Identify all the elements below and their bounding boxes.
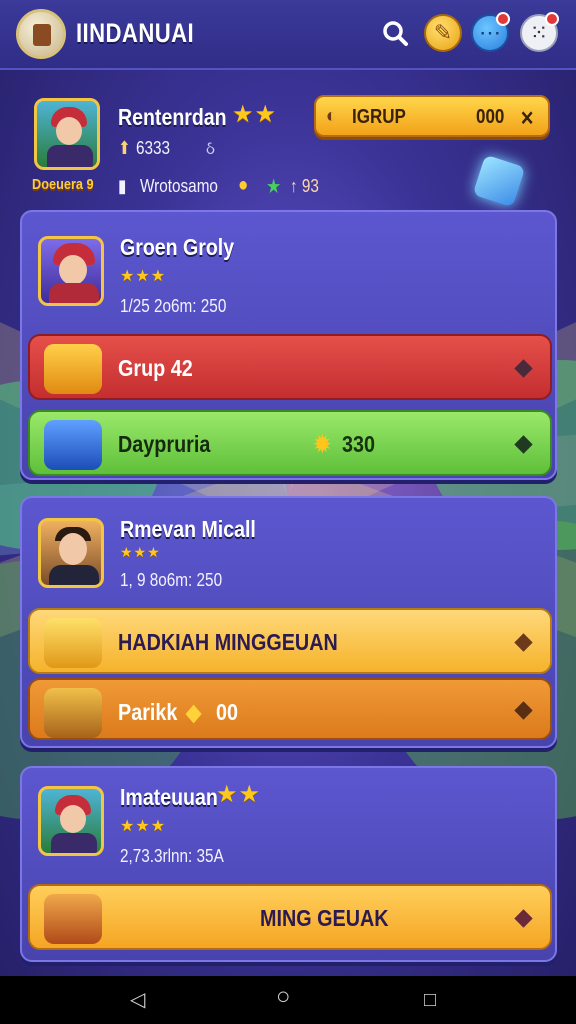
reward-bar[interactable]: Grup 42 — [28, 334, 552, 400]
ticket-icon — [44, 420, 102, 470]
chevron-icon — [514, 909, 533, 928]
coin-icon[interactable]: ✎ — [424, 14, 462, 52]
reward-value: 330 — [342, 431, 376, 457]
coin-icon: ● — [238, 174, 249, 196]
member-stars: ★★★ — [120, 818, 167, 835]
reward-label: HADKIAH MINGGEUAN — [118, 629, 338, 655]
rank-stars: ★★ — [232, 101, 278, 128]
search-icon[interactable] — [376, 14, 414, 52]
system-nav-bar: ◁ ○ □ — [0, 976, 576, 1024]
grup-value: 000 — [476, 106, 505, 128]
stat-icon: ⬆ — [118, 138, 131, 158]
envelope-icon — [44, 618, 102, 668]
home-icon[interactable]: ○ — [276, 985, 291, 1009]
member-name: Groen Groly — [120, 234, 235, 260]
reward-label: Daypruria — [118, 431, 211, 457]
recent-apps-icon[interactable]: □ — [424, 990, 436, 1010]
profile-name: Rentenrdan — [118, 104, 227, 130]
star-icon: ★ — [266, 176, 282, 198]
top-bar: IINDANUAI ✎ ⋯ ⁙ — [0, 0, 576, 70]
chest-icon — [44, 894, 102, 944]
reward-bar[interactable]: HADKIAH MINGGEUAN — [28, 608, 552, 674]
chevron-icon — [514, 359, 533, 378]
reward-label: Grup 42 — [118, 355, 193, 381]
grup-icon: ◐ — [326, 105, 337, 127]
profile-stat: 6333 — [136, 138, 171, 158]
member-stars: ★★★ — [120, 268, 167, 285]
chevron-icon — [514, 435, 533, 454]
member-avatar[interactable] — [38, 236, 104, 306]
treasure-chest-icon — [44, 688, 102, 738]
member-meta: 2,73.3rlnn: 35A — [120, 846, 224, 866]
member-meta: 1/25 2o6m: 250 — [120, 296, 227, 316]
grup-close-icon[interactable]: ✕ — [520, 106, 534, 131]
reward-label: Parikk — [118, 699, 178, 725]
doc-icon: ▮ — [118, 176, 127, 196]
group-card: Imateuuan ★★ ★★★ 2,73.3rlnn: 35A MING GE… — [20, 766, 557, 962]
friends-icon[interactable]: ⋯ — [471, 12, 510, 52]
profile-sub-label: Wrotosamo — [140, 176, 218, 196]
group-card: Groen Groly ★★★ 1/25 2o6m: 250 Grup 42 D… — [20, 210, 557, 480]
coin-icon: ◆ — [186, 699, 202, 725]
profile-sub-value: ↑ 93 — [290, 176, 319, 196]
notification-badge — [545, 12, 559, 26]
member-name: Imateuuan — [120, 784, 218, 810]
member-stars: ★★★ — [120, 544, 161, 560]
chevron-icon — [514, 633, 533, 652]
back-icon[interactable]: ◁ — [130, 990, 145, 1010]
player-avatar[interactable] — [16, 9, 66, 59]
app-title: IINDANUAI — [76, 18, 195, 48]
sun-coin-icon: ✹ — [314, 431, 331, 457]
reward-bar[interactable]: MING GEUAK — [28, 884, 552, 950]
member-name: Rmevan Micall — [120, 516, 256, 542]
rank-stars: ★★ — [216, 781, 262, 808]
reward-bar[interactable]: Daypruria ✹ 330 — [28, 410, 552, 476]
group-card: Rmevan Micall ★★★ 1, 9 8o6m: 250 HADKIAH… — [20, 496, 557, 748]
reward-value: 00 — [216, 699, 239, 725]
gift-icon — [44, 344, 102, 394]
profile-badge: Doeuera 9 — [32, 176, 94, 193]
member-avatar[interactable] — [38, 518, 104, 588]
reward-label: MING GEUAK — [260, 905, 389, 931]
member-avatar[interactable] — [38, 786, 104, 856]
menu-icon[interactable]: ⁙ — [520, 12, 559, 52]
grup-button[interactable]: ◐ IGRUP 000 ✕ — [314, 95, 550, 137]
member-meta: 1, 9 8o6m: 250 — [120, 570, 223, 590]
stat-suffix: ઠ — [206, 138, 215, 158]
profile-avatar[interactable] — [34, 98, 100, 170]
notification-badge — [496, 12, 510, 26]
chevron-icon — [514, 701, 533, 720]
grup-label: IGRUP — [352, 106, 406, 128]
reward-bar[interactable]: Parikk ◆ 00 — [28, 678, 552, 740]
